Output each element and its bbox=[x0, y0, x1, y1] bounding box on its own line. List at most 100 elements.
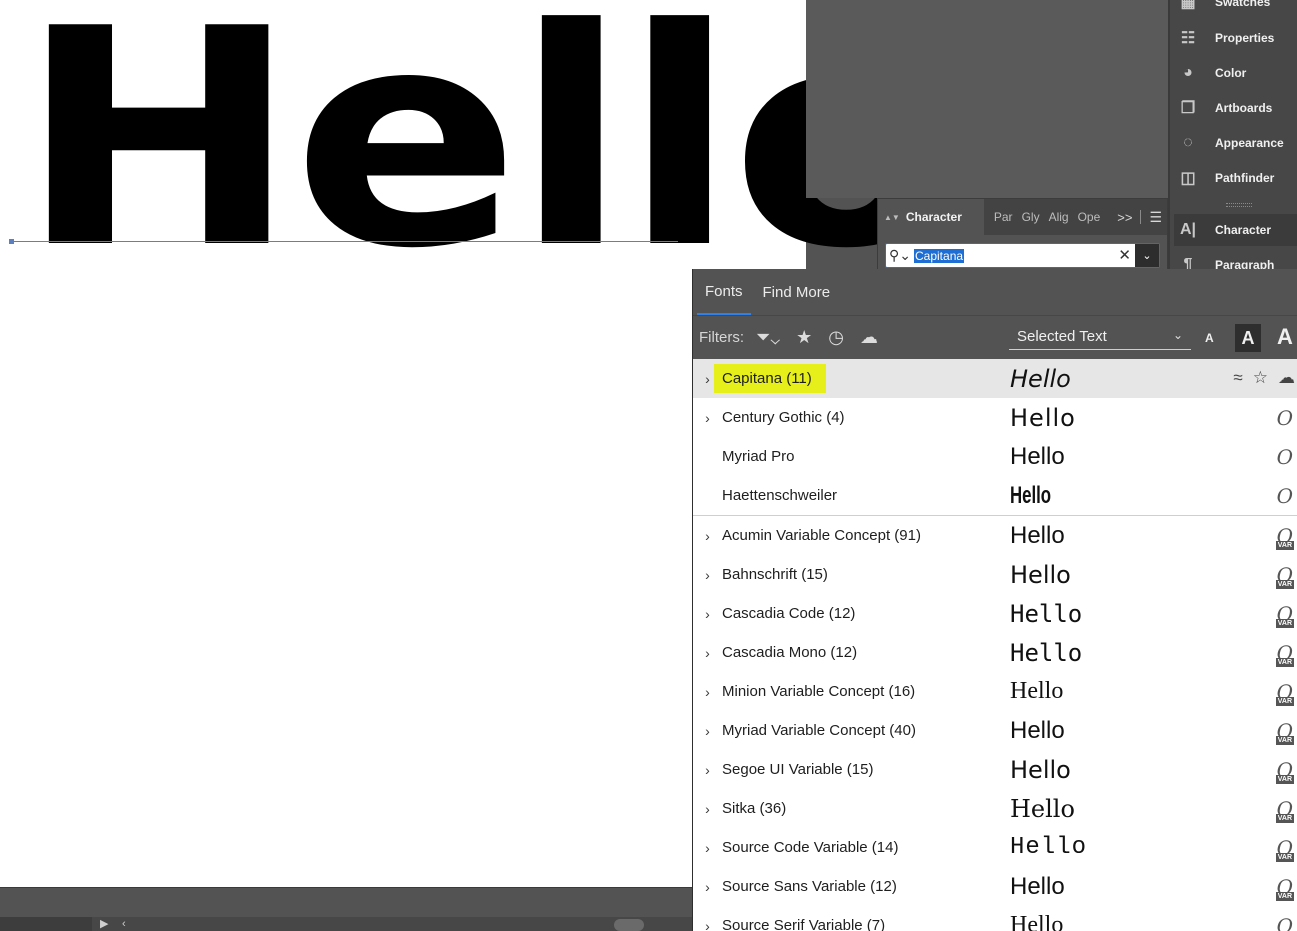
variable-font-label: VAR bbox=[1275, 814, 1294, 823]
collapse-arrows-icon[interactable]: ▲▼ bbox=[884, 213, 900, 222]
clear-search-icon[interactable]: ✕ bbox=[1118, 246, 1131, 264]
font-sample: Hello bbox=[1010, 755, 1071, 784]
text-anchor-point[interactable] bbox=[9, 239, 14, 244]
dock-grip-handle[interactable] bbox=[1226, 203, 1252, 207]
play-icon[interactable]: ▶ bbox=[100, 917, 108, 931]
variable-font-label: VAR bbox=[1275, 697, 1294, 706]
pathfinder-icon: ◫ bbox=[1180, 170, 1196, 187]
font-row[interactable]: ›Source Serif Variable (7)HelloOVAR bbox=[693, 906, 1297, 931]
tab-paragraph[interactable]: Par bbox=[994, 210, 1013, 224]
font-name: Cascadia Code (12) bbox=[722, 605, 856, 622]
activated-cloud-icon[interactable]: ☁ bbox=[860, 327, 878, 348]
chevron-right-icon[interactable]: › bbox=[693, 606, 722, 622]
font-dropdown-toggle[interactable]: ⌄ bbox=[1135, 244, 1159, 267]
font-sample: Hello bbox=[1010, 364, 1071, 393]
tab-align[interactable]: Alig bbox=[1049, 210, 1069, 224]
preview-size-large-button[interactable]: A bbox=[1277, 324, 1293, 350]
font-row[interactable]: › Myriad Variable Concept (40) Hello O VAR bbox=[693, 711, 1297, 750]
preview-size-small-button[interactable]: A bbox=[1205, 331, 1214, 345]
search-icon[interactable]: ⚲⌄ bbox=[886, 247, 914, 264]
opentype-font-icon: O bbox=[1276, 484, 1293, 508]
recent-clock-icon[interactable]: ◷ bbox=[828, 327, 844, 348]
artboard[interactable]: Hello bbox=[0, 0, 961, 887]
font-name: Bahnschrift (15) bbox=[722, 566, 828, 583]
font-name: Source Serif Variable (7) bbox=[722, 917, 886, 931]
tab-fonts[interactable]: Fonts bbox=[697, 269, 751, 315]
font-row[interactable]: › Bahnschrift (15) Hello O VAR bbox=[693, 555, 1297, 594]
font-row[interactable]: › Segoe UI Variable (15) Hello O VAR bbox=[693, 750, 1297, 789]
chevron-right-icon[interactable]: › bbox=[693, 645, 722, 661]
dock-item-properties[interactable]: ☷ Properties bbox=[1174, 22, 1297, 54]
variable-font-label: VAR bbox=[1275, 658, 1294, 667]
font-search-input[interactable]: ⚲⌄ Capitana ✕ ⌄ bbox=[885, 243, 1160, 268]
font-name: Myriad Variable Concept (40) bbox=[722, 722, 916, 739]
properties-icon: ☷ bbox=[1180, 30, 1196, 47]
font-row[interactable]: › Cascadia Mono (12) Hello O VAR bbox=[693, 633, 1297, 672]
dock-item-appearance[interactable]: ◌ Appearance bbox=[1174, 127, 1297, 159]
font-name: Capitana (11) bbox=[714, 364, 1010, 393]
chevron-right-icon[interactable]: › bbox=[693, 723, 722, 739]
chevron-right-icon[interactable]: › bbox=[693, 567, 722, 583]
scrollbar-left-area bbox=[0, 917, 92, 931]
dock-item-character[interactable]: A| Character bbox=[1174, 214, 1297, 246]
variable-font-icon: O bbox=[1276, 914, 1293, 931]
chevron-right-icon[interactable]: › bbox=[693, 528, 722, 544]
favorites-star-icon[interactable]: ★ bbox=[796, 327, 812, 348]
chevron-right-icon[interactable]: › bbox=[693, 879, 722, 895]
font-sample: Hello bbox=[1010, 481, 1052, 509]
horizontal-scrollbar[interactable]: ▶ ‹ bbox=[0, 917, 692, 931]
variable-font-label: VAR bbox=[1275, 892, 1294, 901]
character-panel-tabs: ▲▼ Character Par Gly Alig Ope >> ☰ bbox=[878, 199, 1167, 235]
font-sample: Hello bbox=[1010, 716, 1065, 744]
chevron-right-icon[interactable]: › bbox=[693, 918, 722, 931]
font-sample: Hello bbox=[1010, 442, 1065, 470]
preview-text-select[interactable]: Selected Text ⌄ bbox=[1009, 324, 1191, 350]
font-row[interactable]: Myriad Pro Hello O bbox=[693, 437, 1297, 476]
more-tabs-button[interactable]: >> bbox=[1117, 210, 1132, 225]
font-search-value[interactable]: Capitana bbox=[914, 248, 965, 263]
chevron-right-icon[interactable]: › bbox=[693, 762, 722, 778]
pasteboard[interactable] bbox=[806, 0, 1168, 198]
appearance-icon: ◌ bbox=[1183, 134, 1193, 151]
opentype-font-icon: O bbox=[1276, 406, 1293, 430]
tab-opentype[interactable]: Ope bbox=[1078, 210, 1101, 224]
favorite-star-icon[interactable]: ☆ bbox=[1253, 368, 1268, 388]
chevron-right-icon[interactable]: › bbox=[693, 840, 722, 856]
font-row[interactable]: › Source Sans Variable (12) Hello O VAR bbox=[693, 867, 1297, 906]
illustrator-window: Hello ▶ ‹ ▦ Swatches ☷ Properties ◕ Color ❐ Art… bbox=[0, 0, 1297, 931]
font-row[interactable]: › Capitana (11) Hello ≈ ☆ ☁ bbox=[693, 359, 1297, 398]
scroll-left-arrow-icon[interactable]: ‹ bbox=[122, 917, 126, 931]
font-list[interactable]: › Capitana (11) Hello ≈ ☆ ☁ › Century Gothic (4… bbox=[693, 359, 1297, 931]
font-row[interactable]: › Cascadia Code (12) Hello O VAR bbox=[693, 594, 1297, 633]
font-sample: Hello bbox=[1010, 599, 1083, 628]
dock-item-swatches[interactable]: ▦ Swatches bbox=[1174, 0, 1297, 18]
font-row[interactable]: › Minion Variable Concept (16) Hello O VAR bbox=[693, 672, 1297, 711]
scrollbar-thumb[interactable] bbox=[614, 919, 644, 931]
variable-font-label: VAR bbox=[1275, 619, 1294, 628]
font-row[interactable]: › Century Gothic (4) Hello O bbox=[693, 398, 1297, 437]
font-name: Acumin Variable Concept (91) bbox=[722, 527, 921, 544]
similar-fonts-icon[interactable]: ≈ bbox=[1233, 368, 1242, 388]
tab-character[interactable]: ▲▼ Character bbox=[878, 199, 984, 235]
dock-item-color[interactable]: ◕ Color bbox=[1174, 57, 1297, 89]
chevron-right-icon[interactable]: › bbox=[693, 684, 722, 700]
font-filters-bar: Filters: ⏷⌄ ★ ◷ ☁ Selected Text ⌄ A A A bbox=[693, 315, 1297, 359]
dock-item-artboards[interactable]: ❐ Artboards bbox=[1174, 92, 1297, 124]
tab-glyphs[interactable]: Gly bbox=[1022, 210, 1040, 224]
font-row[interactable]: › Source Code Variable (14) Hello O VAR bbox=[693, 828, 1297, 867]
tab-find-more[interactable]: Find More bbox=[755, 269, 839, 315]
font-row[interactable]: Haettenschweiler Hello O bbox=[693, 476, 1297, 515]
filter-funnel-icon[interactable]: ⏷⌄ bbox=[756, 327, 780, 348]
chevron-right-icon[interactable]: › bbox=[693, 410, 722, 426]
dock-item-pathfinder[interactable]: ◫ Pathfinder bbox=[1174, 162, 1297, 194]
preview-size-medium-button[interactable]: A bbox=[1235, 324, 1261, 352]
panel-menu-icon[interactable]: ☰ bbox=[1149, 209, 1162, 226]
dock-item-label: Appearance bbox=[1215, 136, 1284, 150]
font-row[interactable]: › Sitka (36) Hello O VAR bbox=[693, 789, 1297, 828]
font-name: Minion Variable Concept (16) bbox=[722, 683, 916, 700]
chevron-right-icon[interactable]: › bbox=[693, 801, 722, 817]
variable-font-label: VAR bbox=[1275, 775, 1294, 784]
cloud-activate-icon[interactable]: ☁ bbox=[1278, 368, 1295, 388]
font-row[interactable]: › Acumin Variable Concept (91) Hello O VAR bbox=[693, 516, 1297, 555]
status-bar bbox=[0, 887, 692, 917]
